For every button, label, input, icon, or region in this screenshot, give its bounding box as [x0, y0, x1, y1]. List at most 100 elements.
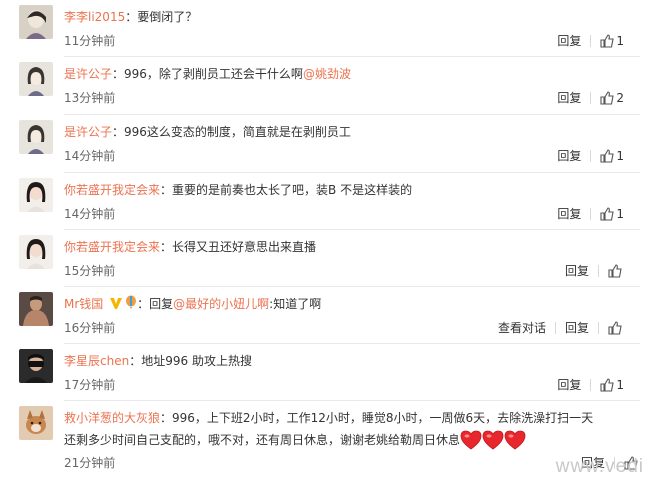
- reply-button[interactable]: 回复: [557, 88, 581, 108]
- user-avatar[interactable]: [19, 178, 53, 212]
- comment-text: 地址996 助攻上热搜: [141, 354, 252, 368]
- comment-list: 李李li2015：要倒闭了？ 11分钟前 回复 1 是许公子：996，除了剥削员…: [0, 0, 648, 482]
- comment-username[interactable]: Mr钱国: [64, 297, 103, 311]
- action-divider: [590, 92, 592, 104]
- comment-username[interactable]: 李星辰chen: [64, 354, 129, 368]
- like-count: 1: [616, 378, 624, 392]
- comment-meta: 14分钟前 回复 1: [64, 204, 638, 224]
- red-heart-icon: [504, 430, 526, 456]
- comment-content-continued: 还剩多少时间自己支配的，哦不对，还有周日休息，谢谢老姚给勒周日休息: [64, 430, 638, 456]
- colon: ：: [137, 297, 150, 311]
- comment-actions: 回复 1: [557, 204, 624, 224]
- action-divider: [598, 265, 599, 277]
- comment-actions: 回复: [565, 261, 624, 281]
- action-divider: [590, 150, 592, 162]
- thumbs-up-icon: [600, 378, 615, 392]
- action-divider: [554, 322, 556, 334]
- comment-actions: 回复 1: [557, 146, 624, 166]
- action-divider: [590, 35, 592, 47]
- thumbs-up-icon: [600, 149, 615, 163]
- comment-item: Mr钱国 ：回复@最好的小妞儿啊:知道了啊 16分钟前 查看对话 回复: [0, 287, 648, 344]
- colon: ：: [160, 240, 173, 254]
- comment-meta: 16分钟前 查看对话 回复: [64, 318, 638, 338]
- comment-username[interactable]: 李李li2015: [64, 10, 125, 24]
- view-conversation-button[interactable]: 查看对话: [498, 318, 546, 338]
- comment-text: 要倒闭了？: [137, 10, 198, 24]
- comment-text: 996，除了剥削员工还会干什么啊: [124, 67, 303, 81]
- comment-time: 15分钟前: [64, 264, 116, 278]
- reply-button[interactable]: 回复: [557, 375, 581, 395]
- like-button[interactable]: 1: [600, 31, 624, 51]
- action-divider: [590, 208, 592, 220]
- like-button[interactable]: [608, 264, 624, 278]
- comment-username[interactable]: 是许公子: [64, 67, 112, 81]
- mention-link[interactable]: @最好的小妞儿啊: [173, 297, 269, 311]
- reply-prefix: 回复: [149, 297, 174, 311]
- comment-time: 14分钟前: [64, 207, 116, 221]
- like-count: 2: [616, 91, 624, 105]
- comment-item: 你若盛开我定会来：长得又丑还好意思出来直播 15分钟前 回复: [0, 230, 648, 287]
- comment-meta: 13分钟前 回复 2: [64, 88, 638, 108]
- like-button[interactable]: 1: [600, 146, 624, 166]
- thumbs-up-icon: [600, 207, 615, 221]
- like-button[interactable]: 2: [600, 88, 624, 108]
- comment-username[interactable]: 你若盛开我定会来: [64, 240, 160, 254]
- comment-item: 李星辰chen：地址996 助攻上热搜 17分钟前 回复 1: [0, 344, 648, 401]
- colon: ：: [125, 10, 138, 24]
- thumbs-up-icon: [608, 264, 622, 278]
- comment-text: :知道了啊: [269, 297, 322, 311]
- comment-item: 李李li2015：要倒闭了？ 11分钟前 回复 1: [0, 0, 648, 57]
- like-count: 1: [616, 34, 624, 48]
- comment-item: 救小洋葱的大灰狼：996，上下班2小时，工作12小时，睡觉8小时，一周做6天，去…: [0, 401, 648, 482]
- gold-v-badge-icon: [110, 298, 123, 309]
- action-divider: [598, 322, 599, 334]
- like-count: 1: [616, 149, 624, 163]
- reply-button[interactable]: 回复: [565, 318, 589, 338]
- mention-link[interactable]: @姚劲波: [303, 67, 351, 81]
- like-button[interactable]: 1: [600, 204, 624, 224]
- reply-button[interactable]: 回复: [557, 31, 581, 51]
- colon: ：: [112, 67, 125, 81]
- user-avatar[interactable]: [19, 235, 53, 269]
- comment-username[interactable]: 是许公子: [64, 125, 112, 139]
- user-avatar[interactable]: [19, 406, 53, 440]
- like-button[interactable]: 1: [600, 375, 624, 395]
- colon: ：: [160, 183, 173, 197]
- comment-actions: 回复 1: [557, 31, 624, 51]
- comment-item: 你若盛开我定会来：重要的是前奏也太长了吧，装B 不是这样装的 14分钟前 回复 …: [0, 173, 648, 230]
- comment-item: 是许公子：996这么变态的制度，简直就是在剥削员工 14分钟前 回复 1: [0, 115, 648, 173]
- thumbs-up-icon: [600, 91, 615, 105]
- comment-username[interactable]: 你若盛开我定会来: [64, 183, 160, 197]
- red-heart-icon: [460, 430, 482, 456]
- comment-content: 救小洋葱的大灰狼：996，上下班2小时，工作12小时，睡觉8小时，一周做6天，去…: [64, 409, 638, 427]
- comment-text: 长得又丑还好意思出来直播: [172, 240, 317, 254]
- comment-username[interactable]: 救小洋葱的大灰狼: [64, 411, 160, 425]
- like-button[interactable]: [608, 321, 624, 335]
- comment-text: 996，上下班2小时，工作12小时，睡觉8小时，一周做6天，去除洗澡打扫一天: [172, 411, 594, 425]
- reply-button[interactable]: 回复: [557, 204, 581, 224]
- reply-button[interactable]: 回复: [557, 146, 581, 166]
- action-divider: [590, 379, 592, 391]
- like-count: 1: [616, 207, 624, 221]
- watermark-text: www.vedi: [555, 456, 644, 477]
- comment-meta: 21分钟前 回复: [64, 454, 638, 472]
- comment-actions: 回复 1: [557, 375, 624, 395]
- comment-time: 21分钟前: [64, 456, 116, 470]
- colon: ：: [129, 354, 142, 368]
- user-avatar[interactable]: [19, 292, 53, 326]
- colon: ：: [112, 125, 125, 139]
- thumbs-up-icon: [608, 321, 622, 335]
- comment-time: 13分钟前: [64, 91, 116, 105]
- reply-button[interactable]: 回复: [565, 261, 589, 281]
- comment-content: Mr钱国 ：回复@最好的小妞儿啊:知道了啊: [64, 295, 638, 313]
- comment-actions: 查看对话 回复: [498, 318, 624, 338]
- comment-text-line2: 还剩多少时间自己支配的，哦不对，还有周日休息，谢谢老姚给勒周日休息: [64, 433, 461, 447]
- user-avatar[interactable]: [19, 5, 53, 39]
- comment-time: 17分钟前: [64, 378, 116, 392]
- user-avatar[interactable]: [19, 62, 53, 96]
- user-avatar[interactable]: [19, 349, 53, 383]
- comment-meta: 14分钟前 回复 1: [64, 146, 638, 166]
- user-avatar[interactable]: [19, 120, 53, 154]
- comment-time: 14分钟前: [64, 149, 116, 163]
- comment-time: 11分钟前: [64, 34, 116, 48]
